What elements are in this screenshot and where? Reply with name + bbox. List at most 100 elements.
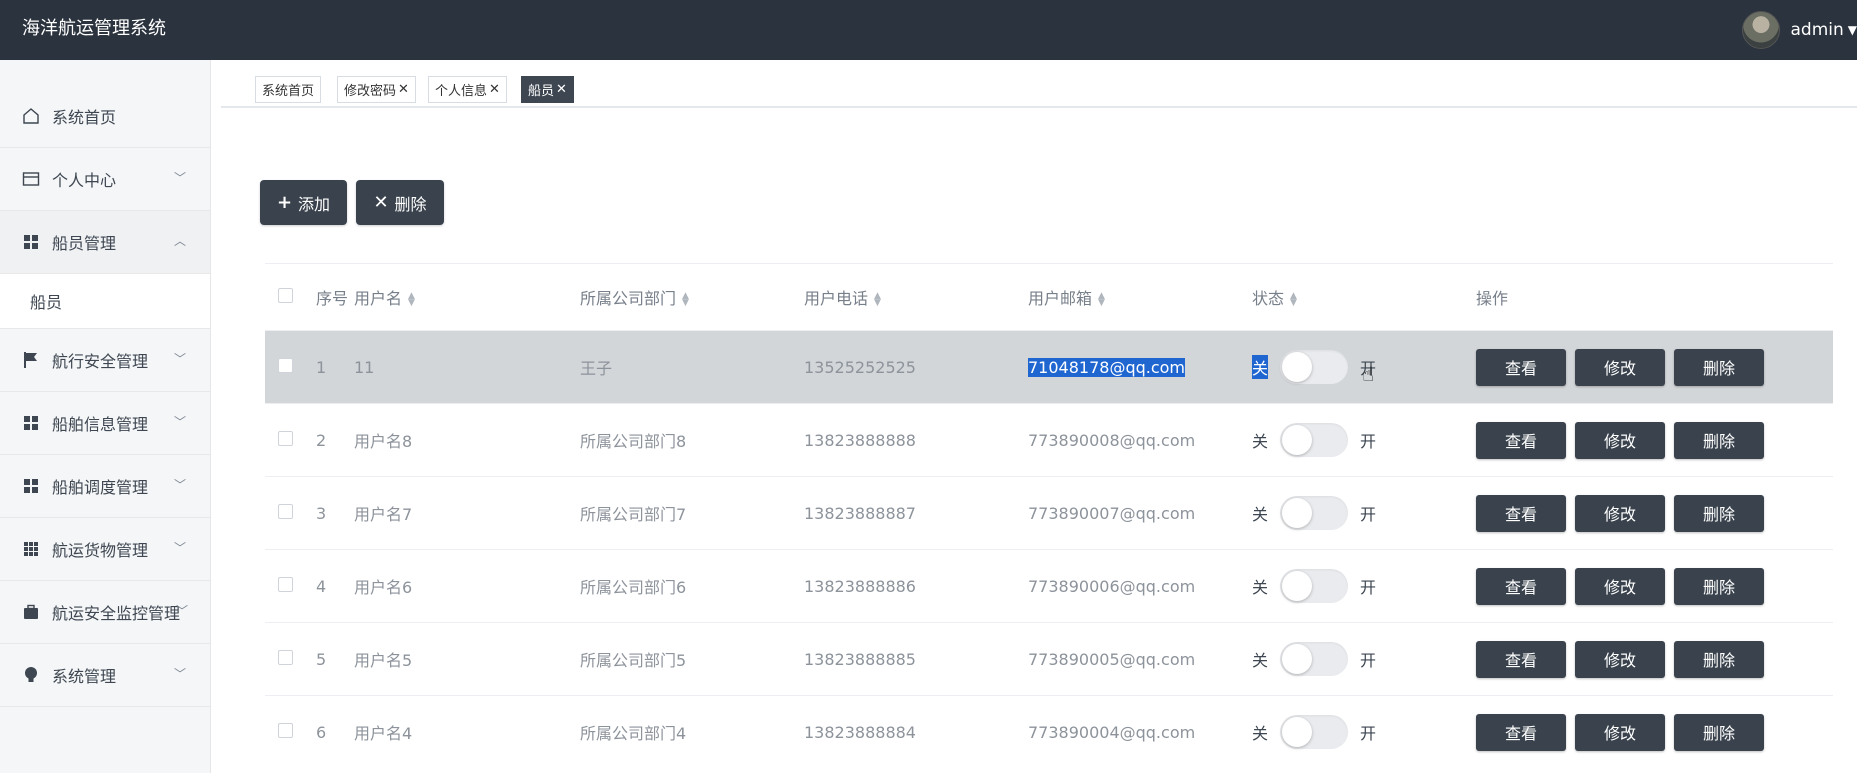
sidebar-item-safety-monitor[interactable]: 航运安全监控管理 ﹀: [0, 581, 210, 644]
chevron-down-icon[interactable]: ▼: [1848, 23, 1857, 37]
row-checkbox[interactable]: [278, 649, 293, 665]
close-icon: ✕: [373, 192, 389, 213]
row-dept: 所属公司部门6: [580, 578, 687, 597]
switch-on-label: 开: [1360, 432, 1377, 451]
row-checkbox[interactable]: [278, 503, 293, 519]
view-button[interactable]: 查看: [1476, 421, 1566, 459]
status-toggle[interactable]: 关开: [1252, 423, 1476, 457]
sidebar-subitem-crew[interactable]: 船员: [0, 274, 210, 329]
switch-knob[interactable]: [1282, 571, 1313, 601]
view-button[interactable]: 查看: [1476, 713, 1566, 751]
status-toggle[interactable]: 关开: [1252, 715, 1476, 749]
switch-knob[interactable]: [1282, 717, 1313, 747]
sidebar: 系统首页 个人中心 ﹀ 船员管理 ︿ 船员 航行安全管理 ﹀ 船舶信息管理 ﹀ …: [0, 60, 211, 773]
sidebar-item-ship-dispatch[interactable]: 船舶调度管理 ﹀: [0, 455, 210, 518]
view-button[interactable]: 查看: [1476, 640, 1566, 678]
view-button[interactable]: 查看: [1476, 494, 1566, 532]
row-checkbox[interactable]: [278, 430, 293, 446]
sidebar-item-personal[interactable]: 个人中心 ﹀: [0, 148, 210, 211]
edit-button[interactable]: 修改: [1575, 713, 1665, 751]
edit-button[interactable]: 修改: [1575, 567, 1665, 605]
row-checkbox[interactable]: [278, 722, 293, 738]
sort-icon[interactable]: ▲ ▼: [682, 291, 689, 307]
delete-button-label: 删除: [394, 194, 427, 214]
user-menu[interactable]: admin ▼: [1742, 8, 1857, 52]
status-switch[interactable]: [1280, 642, 1349, 676]
sidebar-item-cargo[interactable]: 航运货物管理 ﹀: [0, 518, 210, 581]
row-checkbox[interactable]: [278, 576, 293, 592]
add-button[interactable]: + 添加: [260, 180, 347, 225]
app-title: 海洋航运管理系统: [22, 18, 166, 39]
sidebar-item-label: 航运货物管理: [52, 541, 149, 560]
sort-icon[interactable]: ▲ ▼: [1098, 291, 1105, 307]
grid-icon: [22, 233, 40, 251]
switch-knob[interactable]: [1282, 644, 1313, 674]
edit-button[interactable]: 修改: [1575, 494, 1665, 532]
sidebar-item-label: 个人中心: [52, 171, 117, 190]
switch-knob[interactable]: [1282, 352, 1313, 382]
close-icon[interactable]: ✕: [398, 82, 409, 97]
status-toggle[interactable]: 关开: [1252, 569, 1476, 603]
table-row[interactable]: 6 用户名4 所属公司部门4 13823888884 773890004@qq.com 关…: [265, 695, 1833, 768]
edit-button[interactable]: 修改: [1575, 348, 1665, 386]
delete-row-button[interactable]: 删除: [1674, 421, 1764, 459]
row-username: 11: [354, 357, 375, 377]
table-row[interactable]: 5 用户名5 所属公司部门5 13823888885 773890005@qq.com 关…: [265, 622, 1833, 695]
table-row[interactable]: 4 用户名6 所属公司部门6 13823888886 773890006@qq.com 关…: [265, 549, 1833, 622]
header-label: 状态: [1252, 289, 1285, 308]
sidebar-item-navigation-safety[interactable]: 航行安全管理 ﹀: [0, 329, 210, 392]
tab-home[interactable]: 系统首页: [255, 76, 322, 103]
sidebar-item-crew-management[interactable]: 船员管理 ︿: [0, 211, 210, 274]
row-username: 用户名4: [354, 724, 413, 743]
view-button[interactable]: 查看: [1476, 348, 1566, 386]
row-checkbox[interactable]: [278, 357, 293, 373]
crew-table: 序号 用户名 ▲ ▼ 所属公司部门 ▲ ▼ 用户电话 ▲ ▼ 用户邮箱 ▲ ▼ 状态 ▲ ▼ 操作 …: [265, 263, 1833, 768]
close-icon[interactable]: ✕: [489, 82, 500, 97]
table-row[interactable]: 1 11 王子 13525252525 71048178@qq.com 关开查看 修改 删除: [265, 330, 1833, 403]
sort-icon[interactable]: ▲ ▼: [408, 291, 415, 307]
row-email: 773890008@qq.com: [1028, 430, 1196, 450]
view-button[interactable]: 查看: [1476, 567, 1566, 605]
status-switch[interactable]: [1280, 496, 1349, 530]
row-no: 3: [316, 503, 327, 523]
sidebar-item-system[interactable]: 系统管理 ﹀: [0, 644, 210, 707]
plus-icon: +: [276, 192, 293, 213]
switch-knob[interactable]: [1282, 498, 1313, 528]
header-state[interactable]: 状态 ▲ ▼: [1252, 285, 1476, 309]
username-label[interactable]: admin: [1790, 20, 1843, 40]
select-all-checkbox[interactable]: [278, 287, 293, 303]
delete-row-button[interactable]: 删除: [1674, 567, 1764, 605]
table-row[interactable]: 3 用户名7 所属公司部门7 13823888887 773890007@qq.com 关…: [265, 476, 1833, 549]
table-row[interactable]: 2 用户名8 所属公司部门8 13823888888 773890008@qq.com 关…: [265, 403, 1833, 476]
delete-row-button[interactable]: 删除: [1674, 713, 1764, 751]
status-switch[interactable]: [1280, 569, 1349, 603]
header-username[interactable]: 用户名 ▲ ▼: [354, 285, 580, 309]
header-dept[interactable]: 所属公司部门 ▲ ▼: [580, 285, 804, 309]
delete-row-button[interactable]: 删除: [1674, 494, 1764, 532]
close-icon[interactable]: ✕: [556, 82, 567, 97]
tab-personal-info[interactable]: 个人信息 ✕: [428, 76, 507, 103]
tab-change-password[interactable]: 修改密码 ✕: [337, 76, 416, 103]
status-toggle[interactable]: 关开: [1252, 496, 1476, 530]
sidebar-item-home[interactable]: 系统首页: [0, 60, 210, 148]
header-phone[interactable]: 用户电话 ▲ ▼: [804, 285, 1028, 309]
sort-icon[interactable]: ▲ ▼: [1290, 291, 1297, 307]
status-switch[interactable]: [1280, 350, 1349, 384]
header-email[interactable]: 用户邮箱 ▲ ▼: [1028, 285, 1252, 309]
avatar[interactable]: [1742, 11, 1781, 49]
sort-icon[interactable]: ▲ ▼: [874, 291, 881, 307]
status-switch[interactable]: [1280, 715, 1349, 749]
delete-row-button[interactable]: 删除: [1674, 640, 1764, 678]
switch-knob[interactable]: [1282, 425, 1313, 455]
delete-button[interactable]: ✕ 删除: [356, 180, 444, 225]
status-toggle[interactable]: 关开: [1252, 642, 1476, 676]
edit-button[interactable]: 修改: [1575, 640, 1665, 678]
sidebar-item-label: 船舶调度管理: [52, 478, 149, 497]
edit-button[interactable]: 修改: [1575, 421, 1665, 459]
sidebar-item-ship-info[interactable]: 船舶信息管理 ﹀: [0, 392, 210, 455]
delete-row-button[interactable]: 删除: [1674, 348, 1764, 386]
tab-crew[interactable]: 船员 ✕: [521, 76, 574, 103]
hand-cursor-icon: ☝: [1362, 362, 1375, 386]
grid-icon: [22, 477, 40, 495]
status-switch[interactable]: [1280, 423, 1349, 457]
